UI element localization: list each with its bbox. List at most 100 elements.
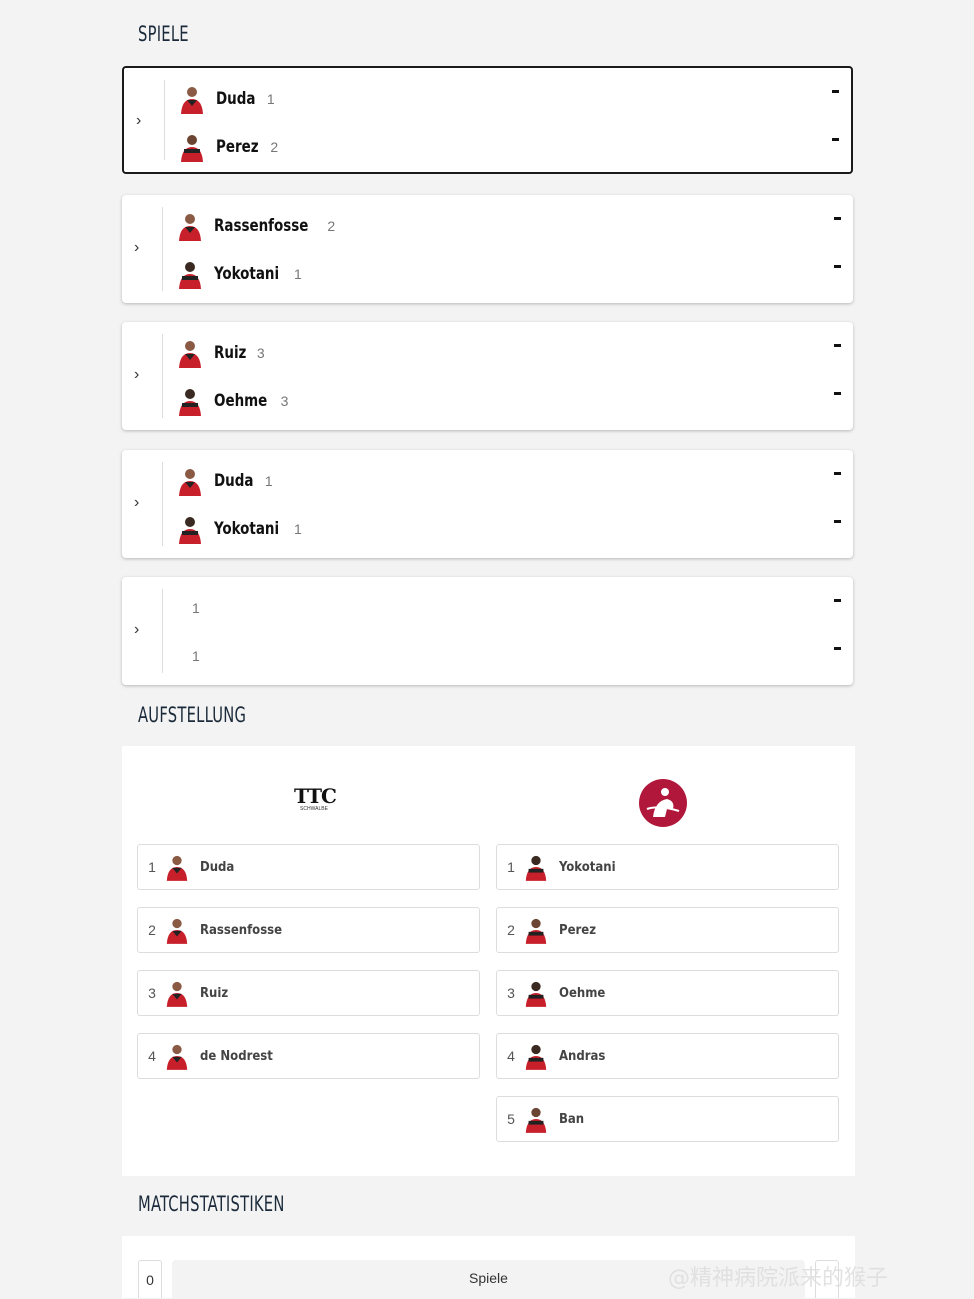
divider [162,462,163,546]
lineup-number: 1 [148,859,156,875]
stat-home-value: 0 [138,1260,162,1298]
player-avatar [179,341,201,368]
player-avatar [179,469,201,496]
player-name: Oehme [214,391,268,411]
lineup-away-item[interactable]: 4 Andras [496,1033,839,1079]
lineup-away-item[interactable]: 2 Perez [496,907,839,953]
player-position: 2 [327,218,336,234]
lineup-number: 4 [148,1048,156,1064]
divider [164,80,165,160]
game-home-row: Duda 1 [178,84,839,114]
player-name: Rassenfosse [214,216,309,236]
player-name: Perez [216,137,259,157]
score-dash [834,265,841,268]
player-avatar [166,981,188,1007]
game-card[interactable]: › Rassenfosse 2 Yokotani 1 [122,195,853,303]
score-dash [834,520,841,523]
divider [162,334,163,418]
player-position: 2 [270,139,279,155]
player-position: 1 [294,521,302,537]
lineup-section-title: AUFSTELLUNG [138,703,247,727]
game-card[interactable]: › Ruiz 3 Oehme 3 [122,322,853,430]
lineup-number: 3 [507,985,515,1001]
player-avatar [179,517,201,544]
game-card[interactable]: › 1 1 [122,577,853,685]
home-logo-text: TTC [294,784,337,808]
lineup-player-name: Duda [200,859,235,875]
lineup-number: 1 [507,859,515,875]
player-avatar [179,262,201,289]
divider [162,207,163,291]
game-card[interactable]: › Duda 1 Perez 2 [122,66,853,174]
lineup-home-item[interactable]: 4 de Nodrest [137,1033,480,1079]
game-home-row: 1 [184,593,841,623]
game-home-row: Ruiz 3 [176,338,841,368]
player-name: Duda [216,89,256,109]
player-position: 1 [192,648,200,664]
lineup-number: 5 [507,1111,515,1127]
game-away-row: Perez 2 [178,132,839,162]
player-avatar [181,87,203,114]
player-avatar [525,1044,547,1070]
score-dash [834,392,841,395]
game-away-row: Yokotani 1 [176,514,841,544]
lineup-number: 4 [507,1048,515,1064]
player-position: 3 [256,345,265,361]
player-avatar [525,918,547,944]
games-section-title: SPIELE [138,22,189,46]
player-position: 3 [280,393,289,409]
lineup-away-item[interactable]: 3 Oehme [496,970,839,1016]
lineup-away-item[interactable]: 5 Ban [496,1096,839,1142]
lineup-player-name: Yokotani [559,859,616,875]
player-name: Ruiz [214,343,247,363]
game-away-row: 1 [184,641,841,671]
home-team-logo: TTC SCHWALBE [294,784,337,822]
player-avatar [525,1107,547,1133]
chevron-right-icon[interactable]: › [134,622,148,638]
chevron-right-icon[interactable]: › [134,240,148,256]
lineup-player-name: Oehme [559,985,606,1001]
chevron-right-icon[interactable]: › [134,495,148,511]
player-avatar [166,918,188,944]
score-dash [834,344,841,347]
player-avatar [166,1044,188,1070]
player-avatar [166,855,188,881]
player-avatar [525,981,547,1007]
player-position: 1 [266,91,275,107]
score-dash [832,138,839,141]
score-dash [834,472,841,475]
score-dash [832,90,839,93]
game-away-row: Oehme 3 [176,386,841,416]
player-avatar [179,214,201,241]
lineup-number: 2 [148,922,156,938]
player-position: 1 [294,266,302,282]
game-away-row: Yokotani 1 [176,259,841,289]
game-card[interactable]: › Duda 1 Yokotani 1 [122,450,853,558]
chevron-right-icon[interactable]: › [136,113,150,129]
player-position: 1 [192,600,200,616]
score-dash [834,647,841,650]
lineup-away-item[interactable]: 1 Yokotani [496,844,839,890]
player-name: Yokotani [214,264,280,284]
lineup-number: 2 [507,922,515,938]
lineup-player-name: Perez [559,922,597,938]
lineup-home-item[interactable]: 2 Rassenfosse [137,907,480,953]
lineup-player-name: Andras [559,1048,606,1064]
player-avatar [525,855,547,881]
score-dash [834,599,841,602]
away-team-logo [639,779,687,827]
player-name: Duda [214,471,254,491]
lineup-player-name: Ban [559,1111,585,1127]
game-home-row: Duda 1 [176,466,841,496]
divider [162,589,163,673]
lineup-home-item[interactable]: 3 Ruiz [137,970,480,1016]
player-avatar [181,135,203,162]
lineup-player-name: Rassenfosse [200,922,283,938]
chevron-right-icon[interactable]: › [134,367,148,383]
lineup-player-name: de Nodrest [200,1048,273,1064]
stats-section-title: MATCHSTATISTIKEN [138,1192,285,1216]
lineup-home-item[interactable]: 1 Duda [137,844,480,890]
lineup-number: 3 [148,985,156,1001]
game-home-row: Rassenfosse 2 [176,211,841,241]
player-name: Yokotani [214,519,280,539]
